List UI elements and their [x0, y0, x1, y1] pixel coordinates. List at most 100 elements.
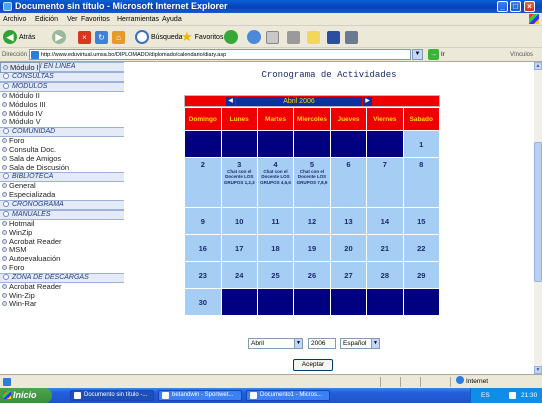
- event-text[interactable]: Chat con el Docente LOS GRUPOS 7,8,9: [294, 169, 330, 185]
- stop-button[interactable]: ×: [78, 29, 91, 45]
- sidebar-item-acrobat-reader[interactable]: Acrobat Reader: [0, 283, 124, 292]
- language-select[interactable]: Español ▼: [340, 338, 380, 349]
- sidebar-item-hotmail[interactable]: Hotmail: [0, 220, 124, 229]
- scroll-down-button[interactable]: ▼: [534, 366, 542, 374]
- day-cell[interactable]: 1: [403, 131, 439, 157]
- next-month-button[interactable]: ▶: [363, 97, 372, 106]
- search-button[interactable]: Búsqueda: [135, 29, 183, 45]
- day-cell[interactable]: 5 Chat con el Docente LOS GRUPOS 7,8,9: [294, 158, 330, 207]
- day-cell[interactable]: 15: [403, 208, 439, 234]
- menu-archivo[interactable]: Archivo: [3, 13, 26, 26]
- sidebar-item-foro[interactable]: Foro: [0, 264, 124, 273]
- media-button[interactable]: [224, 29, 238, 45]
- menu-favoritos[interactable]: Favoritos: [81, 13, 110, 26]
- day-cell[interactable]: 28: [367, 262, 403, 288]
- day-cell[interactable]: 16: [185, 235, 221, 261]
- day-cell[interactable]: 18: [257, 235, 294, 261]
- event-text[interactable]: Chat con el Docente LOS GRUPOS 1,2,3: [222, 169, 257, 185]
- submit-button[interactable]: Aceptar: [293, 359, 333, 371]
- minimize-button[interactable]: _: [497, 1, 508, 12]
- day-cell[interactable]: 9: [185, 208, 221, 234]
- sidebar-section-manuales[interactable]: MANUALES: [0, 209, 124, 220]
- sidebar-item-modulos-iii[interactable]: Módulos III: [0, 101, 124, 110]
- menu-ayuda[interactable]: Ayuda: [162, 13, 182, 26]
- research-button[interactable]: [345, 29, 358, 45]
- sidebar-item-modulo-iv[interactable]: Módulo IV: [0, 110, 124, 119]
- day-cell[interactable]: 20: [330, 235, 367, 261]
- event-text[interactable]: Chat con el Docente LOS GRUPOS 4,5,6: [258, 169, 293, 185]
- address-input[interactable]: http://www.eduvirtual.umsa.bo/DIPLOMADO/…: [29, 49, 411, 60]
- language-indicator[interactable]: ES: [481, 388, 490, 403]
- sidebar-section-consultas[interactable]: CONSULTAS: [0, 72, 124, 82]
- day-cell[interactable]: 21: [367, 235, 403, 261]
- day-cell[interactable]: 25: [257, 262, 294, 288]
- scroll-thumb[interactable]: [534, 142, 542, 282]
- scroll-up-button[interactable]: ▲: [534, 62, 542, 70]
- refresh-button[interactable]: ↻: [95, 29, 108, 45]
- sidebar-item-acrobat-reader[interactable]: Acrobat Reader: [0, 238, 124, 247]
- day-cell[interactable]: 14: [367, 208, 403, 234]
- back-button[interactable]: ◀ Atrás: [3, 29, 35, 45]
- day-cell[interactable]: 19: [294, 235, 330, 261]
- menu-herramientas[interactable]: Herramientas: [117, 13, 159, 26]
- tray-icon[interactable]: [509, 392, 516, 399]
- sidebar-item-especializada[interactable]: Especializada: [0, 191, 124, 200]
- day-cell[interactable]: 13: [330, 208, 367, 234]
- sidebar-item-foro[interactable]: Foro: [0, 137, 124, 146]
- vertical-scrollbar[interactable]: ▲ ▼: [534, 62, 542, 374]
- day-cell[interactable]: 29: [403, 262, 439, 288]
- menu-ver[interactable]: Ver: [67, 13, 78, 26]
- sidebar-section-comunidad[interactable]: COMUNIDAD: [0, 127, 124, 138]
- go-icon[interactable]: →: [428, 49, 439, 60]
- task-word-document[interactable]: Documento1 - Micros...: [246, 390, 330, 401]
- day-cell[interactable]: 30: [185, 289, 221, 315]
- day-cell[interactable]: 26: [294, 262, 330, 288]
- sidebar-section-cronograma[interactable]: CRONOGRAMA: [0, 199, 124, 210]
- sidebar-item-autoevaluacion[interactable]: Autoevaluación: [0, 255, 124, 264]
- day-cell[interactable]: 8: [403, 158, 439, 207]
- sidebar-section-biblioteca[interactable]: BIBLIOTECA: [0, 172, 124, 183]
- day-cell[interactable]: 2: [185, 158, 221, 207]
- day-cell[interactable]: 12: [294, 208, 330, 234]
- day-cell[interactable]: 3 Chat con el Docente LOS GRUPOS 1,2,3: [221, 158, 257, 207]
- day-cell[interactable]: 11: [257, 208, 294, 234]
- history-button[interactable]: [247, 29, 261, 45]
- day-cell[interactable]: 27: [330, 262, 367, 288]
- year-input[interactable]: 2006: [308, 338, 336, 349]
- edit-button[interactable]: [307, 29, 320, 45]
- day-cell[interactable]: 22: [403, 235, 439, 261]
- sidebar-item-sala-de-amigos[interactable]: Sala de Amigos: [0, 155, 124, 164]
- prev-month-button[interactable]: ◀: [226, 97, 235, 106]
- maximize-button[interactable]: □: [510, 1, 521, 12]
- mail-button[interactable]: [266, 29, 279, 45]
- favorites-button[interactable]: ★ Favoritos: [181, 29, 223, 45]
- sidebar-section-zona-de-descargas[interactable]: ZONA DE DESCARGAS: [0, 272, 124, 283]
- print-button[interactable]: [287, 29, 300, 45]
- day-cell[interactable]: 6: [330, 158, 367, 207]
- day-cell[interactable]: 4 Chat con el Docente LOS GRUPOS 4,5,6: [257, 158, 294, 207]
- sidebar-item-winzip[interactable]: WinZip: [0, 229, 124, 238]
- title-bar[interactable]: Documento sin título - Microsoft Interne…: [0, 0, 542, 13]
- sidebar-item-modulo-v[interactable]: Módulo V: [0, 118, 124, 127]
- day-cell[interactable]: 24: [221, 262, 257, 288]
- sidebar-item-msm[interactable]: MSM: [0, 246, 124, 255]
- forward-button[interactable]: ▶: [52, 29, 66, 45]
- go-button[interactable]: Ir: [441, 48, 445, 62]
- sidebar-section-modulos[interactable]: MÓDULOS: [0, 82, 124, 92]
- home-button[interactable]: ⌂: [112, 29, 125, 45]
- month-select[interactable]: Abril ▼: [248, 338, 303, 349]
- sidebar-item-sala-de-discusion[interactable]: Sala de Discusión: [0, 164, 124, 173]
- day-cell[interactable]: 7: [367, 158, 403, 207]
- day-cell[interactable]: 23: [185, 262, 221, 288]
- sidebar-item-consulta-doc[interactable]: Consulta Doc.: [0, 146, 124, 155]
- task-ie-document[interactable]: Documento sin título -...: [70, 390, 154, 401]
- day-cell[interactable]: 10: [221, 208, 257, 234]
- sidebar-item-modulo-i[interactable]: Módulo I: [0, 62, 40, 73]
- address-dropdown[interactable]: ▼: [412, 49, 423, 60]
- day-cell[interactable]: 17: [221, 235, 257, 261]
- start-button[interactable]: Inicio: [0, 388, 52, 403]
- task-betandwin[interactable]: betandwin - Sportwet...: [158, 390, 242, 401]
- messenger-button[interactable]: [327, 29, 340, 45]
- sidebar-item-win-zip[interactable]: Win-Zip: [0, 292, 124, 301]
- menu-edicion[interactable]: Edición: [35, 13, 58, 26]
